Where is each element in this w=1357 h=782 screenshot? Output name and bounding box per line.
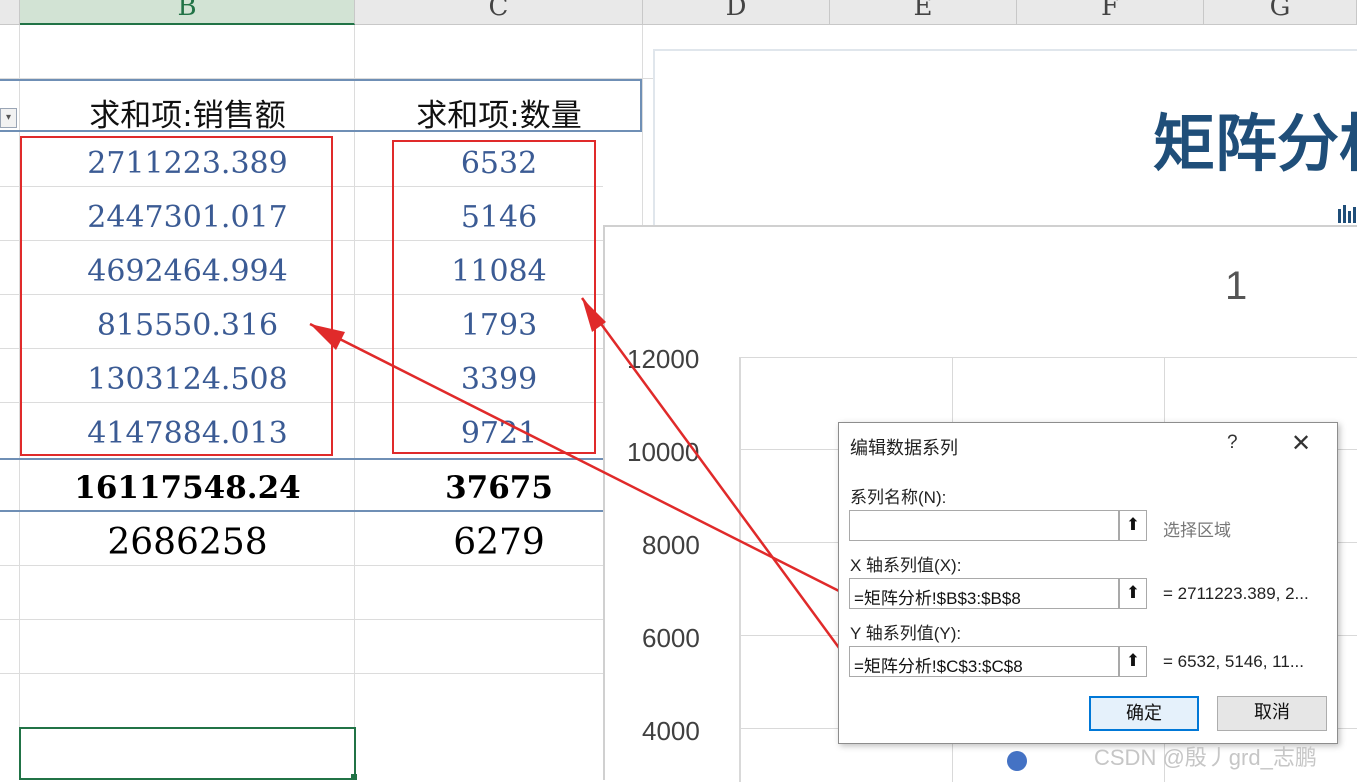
arrow-line [580,297,847,657]
y-values-label: Y 轴系列值(Y): [850,624,962,643]
x-values-label: X 轴系列值(X): [850,556,962,575]
series-name-input[interactable] [849,510,1119,541]
arrow-line [309,322,846,596]
arrow-head [310,324,345,350]
y-values-input[interactable]: =矩阵分析!$C$3:$C$8 [849,646,1119,677]
watermark: CSDN @殷丿grd_志鹏 [1094,745,1317,770]
ok-button[interactable]: 确定 [1089,696,1199,731]
collapse-dialog-icon[interactable]: ⬆ [1119,510,1147,541]
collapse-dialog-icon[interactable]: ⬆ [1119,646,1147,677]
select-range-text: 选择区域 [1163,521,1231,540]
series-name-label: 系列名称(N): [850,488,947,507]
x-values-input[interactable]: =矩阵分析!$B$3:$B$8 [849,578,1119,609]
close-icon[interactable]: ✕ [1291,429,1311,458]
cancel-button[interactable]: 取消 [1217,696,1327,731]
help-button[interactable]: ? [1227,432,1238,454]
y-values-preview: = 6532, 5146, 11... [1163,652,1304,671]
edit-series-dialog[interactable]: 编辑数据系列 ? ✕ 系列名称(N): ⬆ 选择区域 X 轴系列值(X): =矩… [838,422,1338,744]
collapse-dialog-icon[interactable]: ⬆ [1119,578,1147,609]
dialog-title: 编辑数据系列 [850,438,958,458]
x-values-preview: = 2711223.389, 2... [1163,584,1309,603]
